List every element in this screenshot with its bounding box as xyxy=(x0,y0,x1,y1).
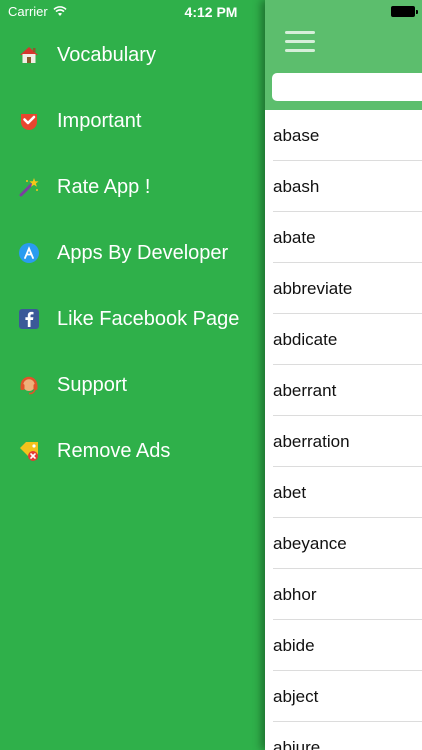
menu-item-like-facebook-page[interactable]: Like Facebook Page xyxy=(0,286,265,352)
menu-item-support[interactable]: Support xyxy=(0,352,265,418)
menu-item-label: Remove Ads xyxy=(57,439,171,462)
list-item[interactable]: aberration xyxy=(265,416,422,467)
list-item[interactable]: abdicate xyxy=(265,314,422,365)
menu-item-label: Apps By Developer xyxy=(57,241,229,264)
side-menu: Vocabulary Important Rate App ! Apps By … xyxy=(0,22,265,484)
search-input[interactable] xyxy=(272,73,422,101)
menu-item-apps-by-developer[interactable]: Apps By Developer xyxy=(0,220,265,286)
app-screen: Carrier 4:12 PM Vocabulary Important Rat… xyxy=(0,0,422,750)
word-list-panel: abase abash abate abbreviate abdicate ab… xyxy=(265,0,422,750)
status-bar: Carrier 4:12 PM xyxy=(0,0,422,22)
list-item[interactable]: abide xyxy=(265,620,422,671)
search-bar xyxy=(265,66,422,110)
list-item[interactable]: abate xyxy=(265,212,422,263)
status-time: 4:12 PM xyxy=(184,4,238,20)
home-icon xyxy=(18,44,40,66)
menu-item-important[interactable]: Important xyxy=(0,88,265,154)
list-item[interactable]: abhor xyxy=(265,569,422,620)
magic-wand-icon xyxy=(18,176,40,198)
list-item[interactable]: abet xyxy=(265,467,422,518)
facebook-icon xyxy=(18,308,40,330)
app-store-icon xyxy=(18,242,40,264)
battery-icon xyxy=(391,6,418,17)
support-headset-icon xyxy=(18,374,40,396)
list-item[interactable]: abjure xyxy=(265,722,422,750)
list-item[interactable]: aberrant xyxy=(265,365,422,416)
menu-item-label: Vocabulary xyxy=(57,43,156,66)
menu-item-remove-ads[interactable]: Remove Ads xyxy=(0,418,265,484)
word-list: abase abash abate abbreviate abdicate ab… xyxy=(265,110,422,750)
menu-item-vocabulary[interactable]: Vocabulary xyxy=(0,22,265,88)
menu-item-label: Support xyxy=(57,373,128,396)
list-item[interactable]: abbreviate xyxy=(265,263,422,314)
important-check-icon xyxy=(18,110,40,132)
hamburger-menu-icon[interactable] xyxy=(285,31,315,53)
menu-item-label: Rate App ! xyxy=(57,175,151,198)
remove-ads-tag-icon xyxy=(18,440,40,462)
menu-item-rate-app[interactable]: Rate App ! xyxy=(0,154,265,220)
list-item[interactable]: abash xyxy=(265,161,422,212)
menu-item-label: Important xyxy=(57,109,142,132)
list-item[interactable]: abeyance xyxy=(265,518,422,569)
list-item[interactable]: abject xyxy=(265,671,422,722)
menu-item-label: Like Facebook Page xyxy=(57,307,240,330)
list-item[interactable]: abase xyxy=(265,110,422,161)
